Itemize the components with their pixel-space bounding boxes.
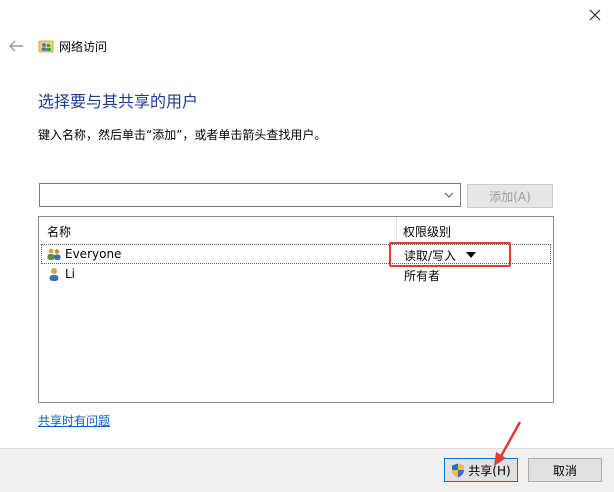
page-title: 选择要与其共享的用户 xyxy=(38,92,199,111)
close-button[interactable] xyxy=(575,0,614,30)
permission-value: 所有者 xyxy=(404,269,441,283)
column-divider[interactable] xyxy=(396,217,397,239)
group-users-icon xyxy=(46,246,62,262)
annotation-highlight-box xyxy=(389,242,511,267)
network-users-icon xyxy=(38,38,54,54)
annotation-arrow-icon xyxy=(488,420,524,470)
column-header-permission[interactable]: 权限级别 xyxy=(403,223,451,240)
sharing-help-link[interactable]: 共享时有问题 xyxy=(38,412,110,429)
user-icon xyxy=(46,266,62,282)
back-arrow-icon xyxy=(9,40,23,52)
uac-shield-icon xyxy=(452,463,465,477)
add-button[interactable]: 添加(A) xyxy=(467,184,553,208)
share-user-list[interactable]: 名称 权限级别 Everyone 读取/写入 Li 所有者 xyxy=(38,216,554,403)
list-item-name: Li xyxy=(65,267,76,281)
column-header-name[interactable]: 名称 xyxy=(47,223,71,240)
header-title: 网络访问 xyxy=(59,40,108,54)
cancel-button[interactable]: 取消 xyxy=(528,458,602,482)
close-icon xyxy=(589,9,600,21)
back-button[interactable] xyxy=(6,36,26,56)
instruction-text: 键入名称，然后单击“添加”，或者单击箭头查找用户。 xyxy=(38,128,327,142)
list-item-name: Everyone xyxy=(65,247,122,261)
chevron-down-icon[interactable] xyxy=(442,187,456,203)
user-name-combobox[interactable] xyxy=(39,183,461,207)
